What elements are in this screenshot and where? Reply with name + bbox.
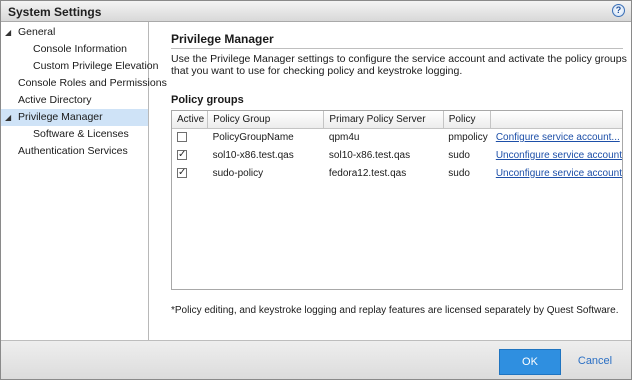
sidebar-item-label: Authentication Services <box>18 145 128 157</box>
license-footnote: *Policy editing, and keystroke logging a… <box>171 305 619 316</box>
checkmark-icon: ✓ <box>178 166 187 178</box>
divider <box>171 48 623 49</box>
policy-server-cell: fedora12.test.qas <box>328 167 407 179</box>
settings-sidebar: ◢ General Console Information Custom Pri… <box>1 22 167 340</box>
sidebar-item-label: Custom Privilege Elevation <box>33 60 159 72</box>
title-bar: System Settings ? <box>1 1 631 22</box>
policy-cell: sudo <box>448 167 470 179</box>
policy-cell: sudo <box>448 149 470 161</box>
column-header-active[interactable]: Active <box>172 111 209 129</box>
unconfigure-service-account-link[interactable]: Unconfigure service account <box>496 150 622 161</box>
sidebar-item-label: Software & Licenses <box>33 128 129 140</box>
policy-server-cell: sol10-x86.test.qas <box>328 149 411 161</box>
sidebar-item-label: Console Roles and Permissions <box>18 77 167 89</box>
column-header-policy[interactable]: Policy <box>443 111 492 129</box>
sidebar-item-label: Active Directory <box>18 94 92 106</box>
column-header-action <box>490 111 622 129</box>
sidebar-item-software-licenses[interactable]: Software & Licenses <box>1 126 148 143</box>
sidebar-item-label: General <box>18 26 56 38</box>
table-row[interactable]: ✓ sudo-policy fedora12.test.qas sudo Unc… <box>172 164 622 182</box>
configure-service-account-link[interactable]: Configure service account... <box>496 132 620 143</box>
sidebar-item-console-information[interactable]: Console Information <box>1 41 148 58</box>
table-row[interactable]: ✓ sol10-x86.test.qas sol10-x86.test.qas … <box>172 146 622 164</box>
cancel-button[interactable]: Cancel <box>570 349 620 375</box>
sidebar-item-authentication-services[interactable]: Authentication Services <box>1 143 148 160</box>
policy-groups-table: Active Policy Group Primary Policy Serve… <box>171 110 623 290</box>
ok-button[interactable]: OK <box>499 349 561 375</box>
page-description: Use the Privilege Manager settings to co… <box>171 53 627 77</box>
checkmark-icon: ✓ <box>178 148 187 160</box>
column-header-policy-group[interactable]: Policy Group <box>207 111 325 129</box>
column-header-primary-policy-server[interactable]: Primary Policy Server <box>323 111 444 129</box>
active-checkbox[interactable]: ✓ <box>177 148 187 160</box>
system-settings-dialog: System Settings ? ◢ General Console Info… <box>0 0 632 380</box>
sidebar-item-privilege-manager[interactable]: ◢ Privilege Manager <box>1 109 148 126</box>
sidebar-item-custom-privilege-elevation[interactable]: Custom Privilege Elevation <box>1 58 158 75</box>
triangle-down-icon[interactable]: ◢ <box>5 109 11 126</box>
table-header-row: Active Policy Group Primary Policy Serve… <box>172 111 622 129</box>
policy-group-cell: sol10-x86.test.qas <box>212 149 294 161</box>
active-checkbox[interactable] <box>177 132 187 143</box>
unconfigure-service-account-link[interactable]: Unconfigure service account <box>496 168 622 179</box>
table-row[interactable]: PolicyGroupName qpm4u pmpolicy Configure… <box>172 128 622 146</box>
page-title: Privilege Manager <box>171 32 274 46</box>
sidebar-item-label: Privilege Manager <box>18 111 103 123</box>
help-icon[interactable]: ? <box>612 4 625 17</box>
sidebar-item-label: Console Information <box>33 43 127 55</box>
triangle-down-icon[interactable]: ◢ <box>5 24 11 41</box>
main-panel: Privilege Manager Use the Privilege Mana… <box>150 22 631 340</box>
sidebar-item-general[interactable]: ◢ General <box>1 24 148 41</box>
policy-cell: pmpolicy <box>448 131 488 143</box>
dialog-footer: OK Cancel <box>1 340 631 379</box>
policy-server-cell: qpm4u <box>328 131 360 143</box>
window-title: System Settings <box>8 5 102 19</box>
policy-group-cell: sudo-policy <box>212 167 264 179</box>
policy-group-cell: PolicyGroupName <box>212 131 294 143</box>
sidebar-item-active-directory[interactable]: Active Directory <box>1 92 148 109</box>
active-checkbox[interactable]: ✓ <box>177 166 187 178</box>
sidebar-item-console-roles[interactable]: Console Roles and Permissions <box>1 75 167 92</box>
policy-groups-heading: Policy groups <box>171 94 244 106</box>
